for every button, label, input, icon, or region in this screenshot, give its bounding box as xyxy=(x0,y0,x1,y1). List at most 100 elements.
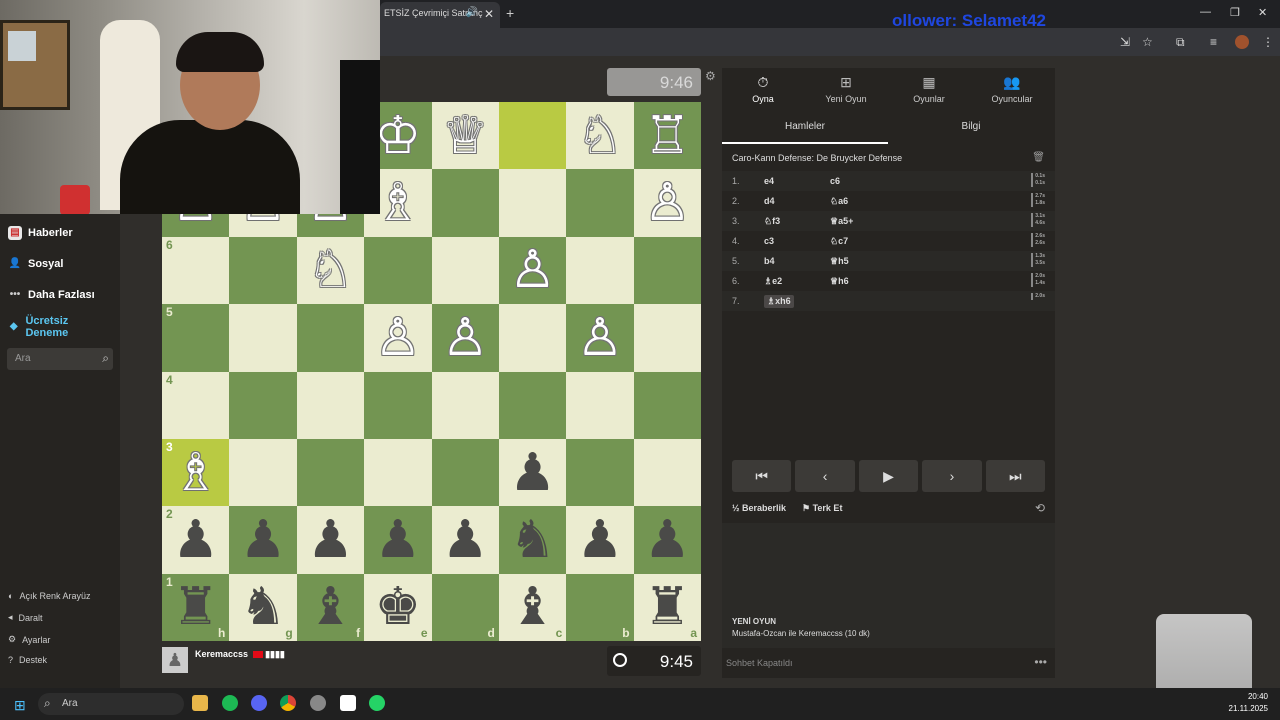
sidebar-item-news[interactable]: ▤ Haberler xyxy=(8,226,73,240)
board-square[interactable]: 4 xyxy=(162,371,230,439)
browser-tab[interactable]: ETSİZ Çevrimiçi Satranç 🔊 ✕ xyxy=(380,2,500,28)
board-square[interactable]: f ♝ xyxy=(296,573,365,641)
board-square[interactable] xyxy=(498,304,567,372)
search-icon[interactable]: ⌕ xyxy=(102,351,109,366)
board-square[interactable]: 1 h ♜ xyxy=(162,573,230,641)
chess-piece[interactable]: ♟ xyxy=(577,514,624,566)
board-square[interactable] xyxy=(431,371,499,439)
chess-piece[interactable]: ♙ xyxy=(375,312,422,364)
sidebar-item-free-trial[interactable]: ◆ Ücretsiz Deneme xyxy=(8,315,98,339)
play-button[interactable]: ▶ xyxy=(858,460,919,492)
board-square[interactable]: ♘ xyxy=(566,102,634,170)
board-square[interactable]: ♟ xyxy=(566,506,634,574)
first-move-button[interactable]: ⏮ xyxy=(732,460,792,492)
board-square[interactable]: ♙ xyxy=(431,304,499,372)
next-move-button[interactable]: › xyxy=(922,460,982,492)
chess-piece[interactable]: ♝ xyxy=(509,581,556,633)
board-square[interactable] xyxy=(229,236,297,305)
board-square[interactable] xyxy=(296,438,365,507)
chess-piece[interactable]: ♝ xyxy=(307,581,354,633)
sidebar-light-theme[interactable]: ◐ Açık Renk Arayüz xyxy=(8,591,90,601)
board-square[interactable]: ♟ xyxy=(633,506,701,574)
chess-piece[interactable]: ♘ xyxy=(307,244,354,296)
chess-piece[interactable]: ♟ xyxy=(442,514,489,566)
black-move[interactable]: c6 xyxy=(830,176,840,186)
board-square[interactable] xyxy=(633,438,701,507)
board-square[interactable]: 6 xyxy=(162,236,230,305)
chess-piece[interactable]: ♙ xyxy=(442,312,489,364)
speaker-icon[interactable]: 🔊 xyxy=(466,7,478,18)
chess-piece[interactable]: ♞ xyxy=(509,514,556,566)
chrome-icon[interactable] xyxy=(280,695,296,711)
board-square[interactable] xyxy=(566,438,634,507)
board-square[interactable] xyxy=(566,371,634,439)
board-square[interactable] xyxy=(498,169,567,237)
close-window-icon[interactable]: ✕ xyxy=(1258,6,1267,19)
board-square[interactable]: ♖ xyxy=(633,102,701,170)
white-move[interactable]: b4 xyxy=(764,256,775,266)
board-square[interactable]: ♕ xyxy=(431,102,499,170)
board-square[interactable]: c ♝ xyxy=(498,573,567,641)
offer-draw-button[interactable]: ½ Beraberlik xyxy=(732,503,786,513)
board-square[interactable]: g ♞ xyxy=(229,573,297,641)
chess-piece[interactable]: ♗ xyxy=(375,177,422,229)
board-square[interactable] xyxy=(229,304,297,372)
white-move[interactable]: ♘f3 xyxy=(764,216,780,227)
sidebar-item-more[interactable]: ••• Daha Fazlası xyxy=(8,288,95,302)
chess-piece[interactable]: ♙ xyxy=(577,312,624,364)
board-settings-gear-icon[interactable]: ⚙ xyxy=(705,69,716,83)
black-move[interactable]: ♘c7 xyxy=(830,236,848,247)
chess-piece[interactable]: ♟ xyxy=(375,514,422,566)
trash-icon[interactable]: 🗑 xyxy=(1032,152,1045,163)
tab-players[interactable]: 👥 Oyuncular xyxy=(972,74,1052,104)
board-square[interactable]: ♙ xyxy=(364,304,432,372)
spotify-icon[interactable] xyxy=(222,695,238,711)
white-move[interactable]: ♗xh6 xyxy=(764,295,794,308)
board-square[interactable]: ♟ xyxy=(431,506,499,574)
board-square[interactable]: ♙ xyxy=(498,236,567,305)
previous-move-button[interactable]: ‹ xyxy=(795,460,855,492)
board-square[interactable]: 3 ♗ xyxy=(162,438,230,507)
sidebar-settings[interactable]: ⚙ Ayarlar xyxy=(8,634,50,645)
board-square[interactable]: ♙ xyxy=(633,169,701,237)
board-square[interactable] xyxy=(296,371,365,439)
chess-piece[interactable]: ♟ xyxy=(509,447,556,499)
board-square[interactable] xyxy=(633,236,701,305)
sidebar-support[interactable]: ? Destek xyxy=(8,655,47,665)
browser-menu-icon[interactable]: ⋮ xyxy=(1262,35,1274,49)
black-move[interactable]: ♕h6 xyxy=(830,276,849,287)
chess-piece[interactable]: ♗ xyxy=(172,447,219,499)
tab-moves[interactable]: Hamleler xyxy=(722,116,888,144)
resign-button[interactable]: ⚑ Terk Et xyxy=(802,503,842,514)
player-name[interactable]: Keremaccss ▮▮▮▮ xyxy=(195,649,285,660)
chess-piece[interactable]: ♙ xyxy=(644,177,691,229)
tab-info[interactable]: Bilgi xyxy=(888,116,1054,144)
board-square[interactable] xyxy=(431,236,499,305)
board-square[interactable]: 2 ♟ xyxy=(162,506,230,574)
file-explorer-icon[interactable] xyxy=(192,695,208,711)
board-square[interactable]: a ♜ xyxy=(633,573,701,641)
chess-piece[interactable]: ♘ xyxy=(577,110,624,162)
black-move[interactable]: ♕a5+ xyxy=(830,216,853,227)
avatar[interactable]: ♟ xyxy=(162,647,188,673)
tab-play[interactable]: ⏱ Oyna xyxy=(723,74,803,104)
bookmark-star-icon[interactable]: ☆ xyxy=(1142,35,1153,49)
board-square[interactable]: ♟ xyxy=(364,506,432,574)
chess-piece[interactable]: ♔ xyxy=(375,110,422,162)
sidebar-item-social[interactable]: 👤 Sosyal xyxy=(8,257,64,271)
board-square[interactable] xyxy=(229,371,297,439)
discord-icon[interactable] xyxy=(251,695,267,711)
board-square[interactable] xyxy=(296,304,365,372)
whatsapp-icon[interactable] xyxy=(369,695,385,711)
board-square[interactable] xyxy=(633,371,701,439)
last-move-button[interactable]: ⏭ xyxy=(985,460,1046,492)
board-square[interactable]: 5 xyxy=(162,304,230,372)
board-square[interactable] xyxy=(229,438,297,507)
board-square[interactable] xyxy=(431,438,499,507)
install-icon[interactable]: ⇲ xyxy=(1120,35,1130,49)
board-square[interactable] xyxy=(566,236,634,305)
board-square[interactable] xyxy=(498,102,567,170)
tab-games[interactable]: ▦ Oyunlar xyxy=(889,74,969,104)
board-square[interactable]: ♟ xyxy=(296,506,365,574)
profile-avatar[interactable] xyxy=(1235,35,1249,49)
